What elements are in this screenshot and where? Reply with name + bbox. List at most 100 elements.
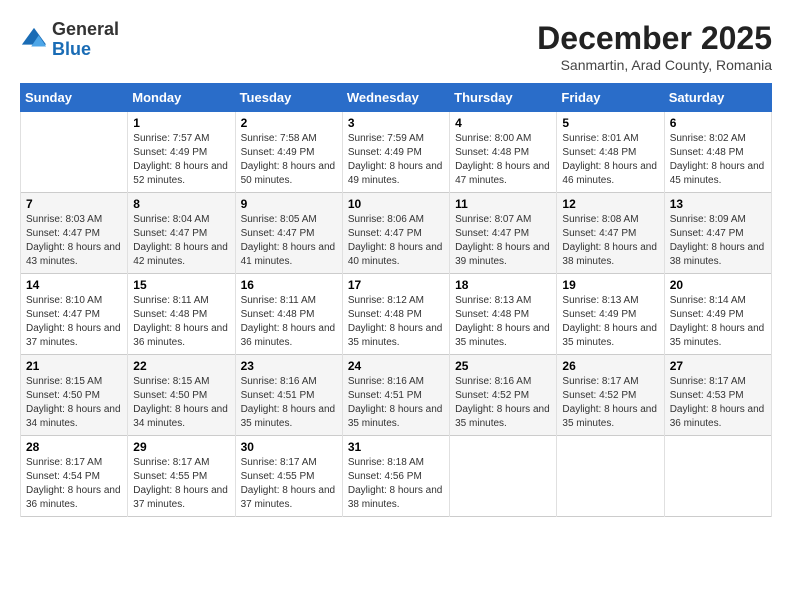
weekday-header-wednesday: Wednesday bbox=[342, 84, 449, 112]
calendar-week-row: 21 Sunrise: 8:15 AMSunset: 4:50 PMDaylig… bbox=[21, 355, 772, 436]
calendar-week-row: 1 Sunrise: 7:57 AMSunset: 4:49 PMDayligh… bbox=[21, 112, 772, 193]
calendar-cell: 17 Sunrise: 8:12 AMSunset: 4:48 PMDaylig… bbox=[342, 274, 449, 355]
day-info: Sunrise: 7:57 AMSunset: 4:49 PMDaylight:… bbox=[133, 132, 229, 188]
calendar-cell: 18 Sunrise: 8:13 AMSunset: 4:48 PMDaylig… bbox=[450, 274, 557, 355]
day-number: 20 bbox=[670, 278, 766, 292]
day-info: Sunrise: 8:10 AMSunset: 4:47 PMDaylight:… bbox=[26, 294, 122, 350]
day-number: 12 bbox=[562, 197, 658, 211]
calendar-cell: 21 Sunrise: 8:15 AMSunset: 4:50 PMDaylig… bbox=[21, 355, 128, 436]
calendar-cell: 12 Sunrise: 8:08 AMSunset: 4:47 PMDaylig… bbox=[557, 193, 664, 274]
calendar-cell: 26 Sunrise: 8:17 AMSunset: 4:52 PMDaylig… bbox=[557, 355, 664, 436]
day-info: Sunrise: 8:01 AMSunset: 4:48 PMDaylight:… bbox=[562, 132, 658, 188]
month-title: December 2025 bbox=[537, 20, 772, 57]
calendar-cell: 27 Sunrise: 8:17 AMSunset: 4:53 PMDaylig… bbox=[664, 355, 771, 436]
day-number: 30 bbox=[241, 440, 337, 454]
day-number: 15 bbox=[133, 278, 229, 292]
calendar-cell bbox=[557, 436, 664, 517]
day-number: 1 bbox=[133, 116, 229, 130]
day-number: 11 bbox=[455, 197, 551, 211]
day-info: Sunrise: 8:02 AMSunset: 4:48 PMDaylight:… bbox=[670, 132, 766, 188]
day-info: Sunrise: 7:58 AMSunset: 4:49 PMDaylight:… bbox=[241, 132, 337, 188]
calendar-cell: 25 Sunrise: 8:16 AMSunset: 4:52 PMDaylig… bbox=[450, 355, 557, 436]
calendar-cell: 2 Sunrise: 7:58 AMSunset: 4:49 PMDayligh… bbox=[235, 112, 342, 193]
day-number: 22 bbox=[133, 359, 229, 373]
day-info: Sunrise: 7:59 AMSunset: 4:49 PMDaylight:… bbox=[348, 132, 444, 188]
calendar-cell: 5 Sunrise: 8:01 AMSunset: 4:48 PMDayligh… bbox=[557, 112, 664, 193]
calendar-cell: 31 Sunrise: 8:18 AMSunset: 4:56 PMDaylig… bbox=[342, 436, 449, 517]
day-info: Sunrise: 8:16 AMSunset: 4:51 PMDaylight:… bbox=[348, 375, 444, 431]
calendar-cell bbox=[21, 112, 128, 193]
calendar-cell: 1 Sunrise: 7:57 AMSunset: 4:49 PMDayligh… bbox=[128, 112, 235, 193]
calendar-cell: 30 Sunrise: 8:17 AMSunset: 4:55 PMDaylig… bbox=[235, 436, 342, 517]
calendar-cell: 3 Sunrise: 7:59 AMSunset: 4:49 PMDayligh… bbox=[342, 112, 449, 193]
calendar-cell: 24 Sunrise: 8:16 AMSunset: 4:51 PMDaylig… bbox=[342, 355, 449, 436]
calendar-cell: 13 Sunrise: 8:09 AMSunset: 4:47 PMDaylig… bbox=[664, 193, 771, 274]
day-number: 29 bbox=[133, 440, 229, 454]
weekday-header-tuesday: Tuesday bbox=[235, 84, 342, 112]
weekday-header-saturday: Saturday bbox=[664, 84, 771, 112]
title-block: December 2025 Sanmartin, Arad County, Ro… bbox=[537, 20, 772, 73]
calendar-cell: 8 Sunrise: 8:04 AMSunset: 4:47 PMDayligh… bbox=[128, 193, 235, 274]
day-number: 6 bbox=[670, 116, 766, 130]
day-number: 7 bbox=[26, 197, 122, 211]
day-info: Sunrise: 8:18 AMSunset: 4:56 PMDaylight:… bbox=[348, 456, 444, 512]
day-info: Sunrise: 8:16 AMSunset: 4:51 PMDaylight:… bbox=[241, 375, 337, 431]
subtitle: Sanmartin, Arad County, Romania bbox=[537, 57, 772, 73]
day-info: Sunrise: 8:17 AMSunset: 4:55 PMDaylight:… bbox=[133, 456, 229, 512]
day-info: Sunrise: 8:06 AMSunset: 4:47 PMDaylight:… bbox=[348, 213, 444, 269]
day-number: 17 bbox=[348, 278, 444, 292]
day-info: Sunrise: 8:11 AMSunset: 4:48 PMDaylight:… bbox=[133, 294, 229, 350]
calendar-cell: 28 Sunrise: 8:17 AMSunset: 4:54 PMDaylig… bbox=[21, 436, 128, 517]
weekday-header-sunday: Sunday bbox=[21, 84, 128, 112]
calendar-cell: 15 Sunrise: 8:11 AMSunset: 4:48 PMDaylig… bbox=[128, 274, 235, 355]
day-number: 3 bbox=[348, 116, 444, 130]
day-number: 25 bbox=[455, 359, 551, 373]
calendar-cell: 11 Sunrise: 8:07 AMSunset: 4:47 PMDaylig… bbox=[450, 193, 557, 274]
day-info: Sunrise: 8:17 AMSunset: 4:54 PMDaylight:… bbox=[26, 456, 122, 512]
day-info: Sunrise: 8:07 AMSunset: 4:47 PMDaylight:… bbox=[455, 213, 551, 269]
day-info: Sunrise: 8:17 AMSunset: 4:53 PMDaylight:… bbox=[670, 375, 766, 431]
calendar-cell: 7 Sunrise: 8:03 AMSunset: 4:47 PMDayligh… bbox=[21, 193, 128, 274]
calendar-cell: 29 Sunrise: 8:17 AMSunset: 4:55 PMDaylig… bbox=[128, 436, 235, 517]
logo-icon bbox=[20, 26, 48, 54]
calendar-cell: 4 Sunrise: 8:00 AMSunset: 4:48 PMDayligh… bbox=[450, 112, 557, 193]
day-info: Sunrise: 8:00 AMSunset: 4:48 PMDaylight:… bbox=[455, 132, 551, 188]
day-number: 16 bbox=[241, 278, 337, 292]
calendar-cell: 19 Sunrise: 8:13 AMSunset: 4:49 PMDaylig… bbox=[557, 274, 664, 355]
page-header: General Blue December 2025 Sanmartin, Ar… bbox=[20, 20, 772, 73]
day-number: 2 bbox=[241, 116, 337, 130]
calendar-week-row: 14 Sunrise: 8:10 AMSunset: 4:47 PMDaylig… bbox=[21, 274, 772, 355]
logo: General Blue bbox=[20, 20, 119, 60]
calendar-cell bbox=[450, 436, 557, 517]
day-info: Sunrise: 8:16 AMSunset: 4:52 PMDaylight:… bbox=[455, 375, 551, 431]
day-number: 31 bbox=[348, 440, 444, 454]
calendar-cell: 16 Sunrise: 8:11 AMSunset: 4:48 PMDaylig… bbox=[235, 274, 342, 355]
day-number: 27 bbox=[670, 359, 766, 373]
day-info: Sunrise: 8:13 AMSunset: 4:48 PMDaylight:… bbox=[455, 294, 551, 350]
day-number: 14 bbox=[26, 278, 122, 292]
day-number: 13 bbox=[670, 197, 766, 211]
calendar-week-row: 7 Sunrise: 8:03 AMSunset: 4:47 PMDayligh… bbox=[21, 193, 772, 274]
day-info: Sunrise: 8:17 AMSunset: 4:55 PMDaylight:… bbox=[241, 456, 337, 512]
day-number: 24 bbox=[348, 359, 444, 373]
calendar-cell: 9 Sunrise: 8:05 AMSunset: 4:47 PMDayligh… bbox=[235, 193, 342, 274]
day-info: Sunrise: 8:04 AMSunset: 4:47 PMDaylight:… bbox=[133, 213, 229, 269]
calendar-cell: 22 Sunrise: 8:15 AMSunset: 4:50 PMDaylig… bbox=[128, 355, 235, 436]
weekday-header-row: SundayMondayTuesdayWednesdayThursdayFrid… bbox=[21, 84, 772, 112]
day-number: 8 bbox=[133, 197, 229, 211]
day-info: Sunrise: 8:14 AMSunset: 4:49 PMDaylight:… bbox=[670, 294, 766, 350]
day-number: 23 bbox=[241, 359, 337, 373]
day-info: Sunrise: 8:17 AMSunset: 4:52 PMDaylight:… bbox=[562, 375, 658, 431]
calendar-cell: 10 Sunrise: 8:06 AMSunset: 4:47 PMDaylig… bbox=[342, 193, 449, 274]
day-number: 9 bbox=[241, 197, 337, 211]
day-number: 10 bbox=[348, 197, 444, 211]
day-info: Sunrise: 8:15 AMSunset: 4:50 PMDaylight:… bbox=[26, 375, 122, 431]
day-info: Sunrise: 8:05 AMSunset: 4:47 PMDaylight:… bbox=[241, 213, 337, 269]
calendar-cell: 23 Sunrise: 8:16 AMSunset: 4:51 PMDaylig… bbox=[235, 355, 342, 436]
weekday-header-friday: Friday bbox=[557, 84, 664, 112]
calendar-cell: 6 Sunrise: 8:02 AMSunset: 4:48 PMDayligh… bbox=[664, 112, 771, 193]
day-info: Sunrise: 8:11 AMSunset: 4:48 PMDaylight:… bbox=[241, 294, 337, 350]
day-info: Sunrise: 8:13 AMSunset: 4:49 PMDaylight:… bbox=[562, 294, 658, 350]
day-info: Sunrise: 8:15 AMSunset: 4:50 PMDaylight:… bbox=[133, 375, 229, 431]
day-info: Sunrise: 8:03 AMSunset: 4:47 PMDaylight:… bbox=[26, 213, 122, 269]
